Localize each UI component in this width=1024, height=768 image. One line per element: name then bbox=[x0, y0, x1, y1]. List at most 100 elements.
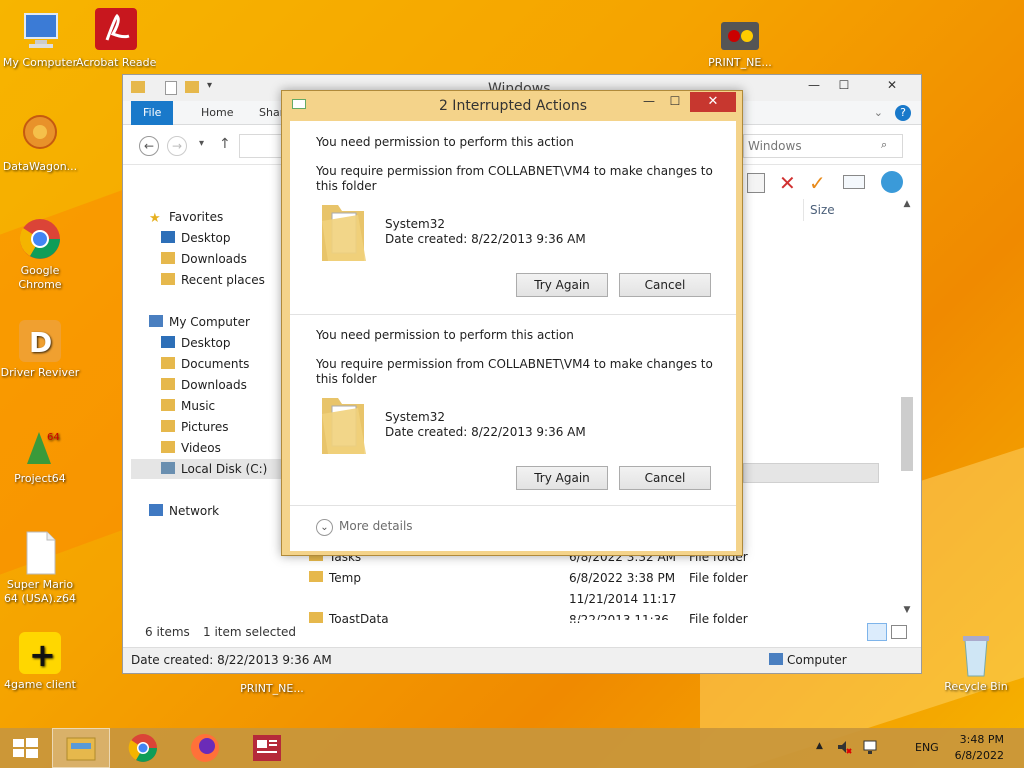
news-icon bbox=[253, 735, 281, 761]
cancel-button[interactable]: Cancel bbox=[619, 273, 711, 297]
customize-toolbar-icon[interactable]: ▾ bbox=[207, 80, 212, 91]
column-header-size[interactable]: Size bbox=[803, 199, 883, 221]
scroll-down-arrow[interactable]: ▼ bbox=[899, 605, 915, 619]
divider bbox=[290, 314, 736, 315]
table-row[interactable]: tracing8/22/2013 11:36 AMFile folder bbox=[309, 610, 869, 620]
desktop-icon-datawagon[interactable]: DataWagon... bbox=[0, 112, 80, 174]
nav-fav-desktop[interactable]: Desktop bbox=[161, 228, 231, 248]
start-button[interactable] bbox=[0, 728, 50, 768]
toolbar-icons: ✕ ✓ bbox=[747, 171, 917, 195]
nav-fav-downloads[interactable]: Downloads bbox=[161, 249, 247, 269]
downloads-icon bbox=[161, 252, 175, 264]
delete-icon[interactable]: ✕ bbox=[779, 171, 796, 195]
scroll-thumb[interactable] bbox=[901, 397, 913, 471]
desktop-icon-driver-reviver[interactable]: D Driver Reviver bbox=[0, 318, 80, 380]
recycle-bin-icon bbox=[953, 632, 999, 678]
scroll-up-arrow[interactable]: ▲ bbox=[899, 199, 915, 213]
desktop-icon-recycle-bin[interactable]: Recycle Bin bbox=[936, 632, 1016, 694]
clipboard-icon[interactable] bbox=[747, 173, 765, 193]
desktop-icon-print-ne-bottom[interactable]: PRINT_NE... bbox=[232, 682, 312, 696]
nav-fav-recent[interactable]: Recent places bbox=[161, 270, 265, 290]
recent-locations-icon[interactable]: ▾ bbox=[199, 138, 204, 149]
large-icons-view-icon[interactable] bbox=[891, 625, 907, 639]
volume-muted-icon[interactable] bbox=[836, 739, 852, 755]
language-indicator[interactable]: ENG bbox=[915, 741, 939, 754]
try-again-button[interactable]: Try Again bbox=[516, 466, 608, 490]
scrollbar[interactable]: ▲ ▼ bbox=[899, 199, 915, 619]
address-bar[interactable] bbox=[239, 134, 283, 158]
more-details-toggle[interactable]: ⌄ More details bbox=[316, 519, 413, 536]
maximize-button[interactable]: ☐ bbox=[829, 75, 859, 95]
desktop-icon-print-ne-top[interactable]: PRINT_NE... bbox=[700, 18, 780, 70]
dialog-body: You need permission to perform this acti… bbox=[290, 121, 736, 551]
printer-icon bbox=[717, 18, 763, 54]
tab-file[interactable]: File bbox=[131, 101, 174, 125]
divider bbox=[290, 505, 736, 506]
file-icon bbox=[17, 530, 63, 576]
nav-videos[interactable]: Videos bbox=[161, 438, 221, 458]
help-icon[interactable]: ? bbox=[895, 105, 911, 121]
rename-icon[interactable] bbox=[843, 175, 865, 189]
nav-my-computer[interactable]: My Computer bbox=[149, 312, 250, 332]
taskbar-news-app[interactable] bbox=[238, 728, 296, 768]
chevron-down-icon[interactable]: ⌄ bbox=[874, 106, 883, 119]
desktop-icon-project64[interactable]: 64 Project64 bbox=[0, 424, 80, 486]
try-again-button[interactable]: Try Again bbox=[516, 273, 608, 297]
chrome-icon bbox=[17, 216, 63, 262]
item-date: Date created: 8/22/2013 9:36 AM bbox=[385, 232, 586, 246]
tab-home[interactable]: Home bbox=[189, 101, 245, 125]
new-folder-icon[interactable] bbox=[185, 81, 199, 93]
nav-music[interactable]: Music bbox=[161, 396, 215, 416]
checkmark-icon[interactable]: ✓ bbox=[809, 171, 826, 195]
music-icon bbox=[161, 399, 175, 411]
nav-downloads[interactable]: Downloads bbox=[161, 375, 247, 395]
properties-icon[interactable] bbox=[165, 81, 177, 95]
desktop-icon-acrobat[interactable]: Acrobat Reade bbox=[76, 8, 156, 70]
taskbar-chrome[interactable] bbox=[114, 728, 172, 768]
folder-icon bbox=[309, 571, 323, 582]
network-icon[interactable] bbox=[862, 739, 878, 755]
dialog-close-button[interactable]: ✕ bbox=[690, 92, 736, 112]
taskbar-file-explorer[interactable] bbox=[52, 728, 110, 768]
back-button[interactable]: ← bbox=[139, 136, 159, 156]
downloads-icon bbox=[161, 378, 175, 390]
desktop-icon-4game[interactable]: + 4game client bbox=[0, 630, 80, 692]
close-button[interactable]: ✕ bbox=[869, 75, 915, 95]
dialog-maximize-button[interactable]: ☐ bbox=[664, 94, 686, 112]
nav-desktop[interactable]: Desktop bbox=[161, 333, 231, 353]
forward-button[interactable]: → bbox=[167, 136, 187, 156]
chevron-down-icon: ⌄ bbox=[316, 519, 333, 536]
desktop-icon-chrome[interactable]: Google Chrome bbox=[0, 216, 80, 292]
desktop-icon-my-computer[interactable]: My Computer bbox=[0, 8, 80, 70]
clock[interactable]: 3:48 PM 6/8/2022 bbox=[955, 732, 1004, 764]
show-hidden-icons-icon[interactable]: ▲ bbox=[816, 741, 823, 751]
dialog-minimize-button[interactable]: — bbox=[638, 94, 660, 112]
minimize-button[interactable]: — bbox=[799, 75, 829, 95]
selected-row-highlight bbox=[743, 463, 879, 483]
globe-icon[interactable] bbox=[881, 171, 903, 193]
nav-local-disk[interactable]: Local Disk (C:) bbox=[131, 459, 281, 479]
taskbar-firefox[interactable] bbox=[176, 728, 234, 768]
nav-network[interactable]: Network bbox=[149, 501, 219, 521]
desktop-icon bbox=[161, 336, 175, 348]
nav-pictures[interactable]: Pictures bbox=[161, 417, 229, 437]
desktop-icon-super-mario[interactable]: Super Mario 64 (USA).z64 bbox=[0, 530, 80, 606]
nav-documents[interactable]: Documents bbox=[161, 354, 249, 374]
search-input[interactable]: Windows bbox=[743, 134, 903, 158]
item-name: System32 bbox=[385, 217, 446, 231]
status-bar: 6 items 1 item selected bbox=[123, 623, 907, 643]
file-explorer-icon bbox=[66, 737, 96, 761]
windows-logo-icon bbox=[13, 738, 38, 758]
table-row[interactable]: ToastData11/21/2014 11:17 ... File folder bbox=[309, 589, 869, 626]
table-row[interactable]: Temp 6/8/2022 3:38 PM File folder bbox=[309, 568, 869, 588]
4game-icon: + bbox=[17, 630, 63, 676]
navigation-pane: ★ Favorites Desktop Downloads Recent plac… bbox=[123, 205, 283, 637]
search-icon[interactable]: ⌕ bbox=[881, 138, 887, 152]
cancel-button[interactable]: Cancel bbox=[619, 466, 711, 490]
action-message: You require permission from COLLABNET\VM… bbox=[316, 357, 713, 386]
folder-icon bbox=[131, 81, 145, 93]
nav-favorites[interactable]: ★ Favorites bbox=[149, 207, 223, 227]
acrobat-icon bbox=[93, 8, 139, 54]
details-view-icon[interactable] bbox=[867, 623, 887, 641]
up-arrow-icon[interactable]: ↑ bbox=[219, 136, 231, 152]
